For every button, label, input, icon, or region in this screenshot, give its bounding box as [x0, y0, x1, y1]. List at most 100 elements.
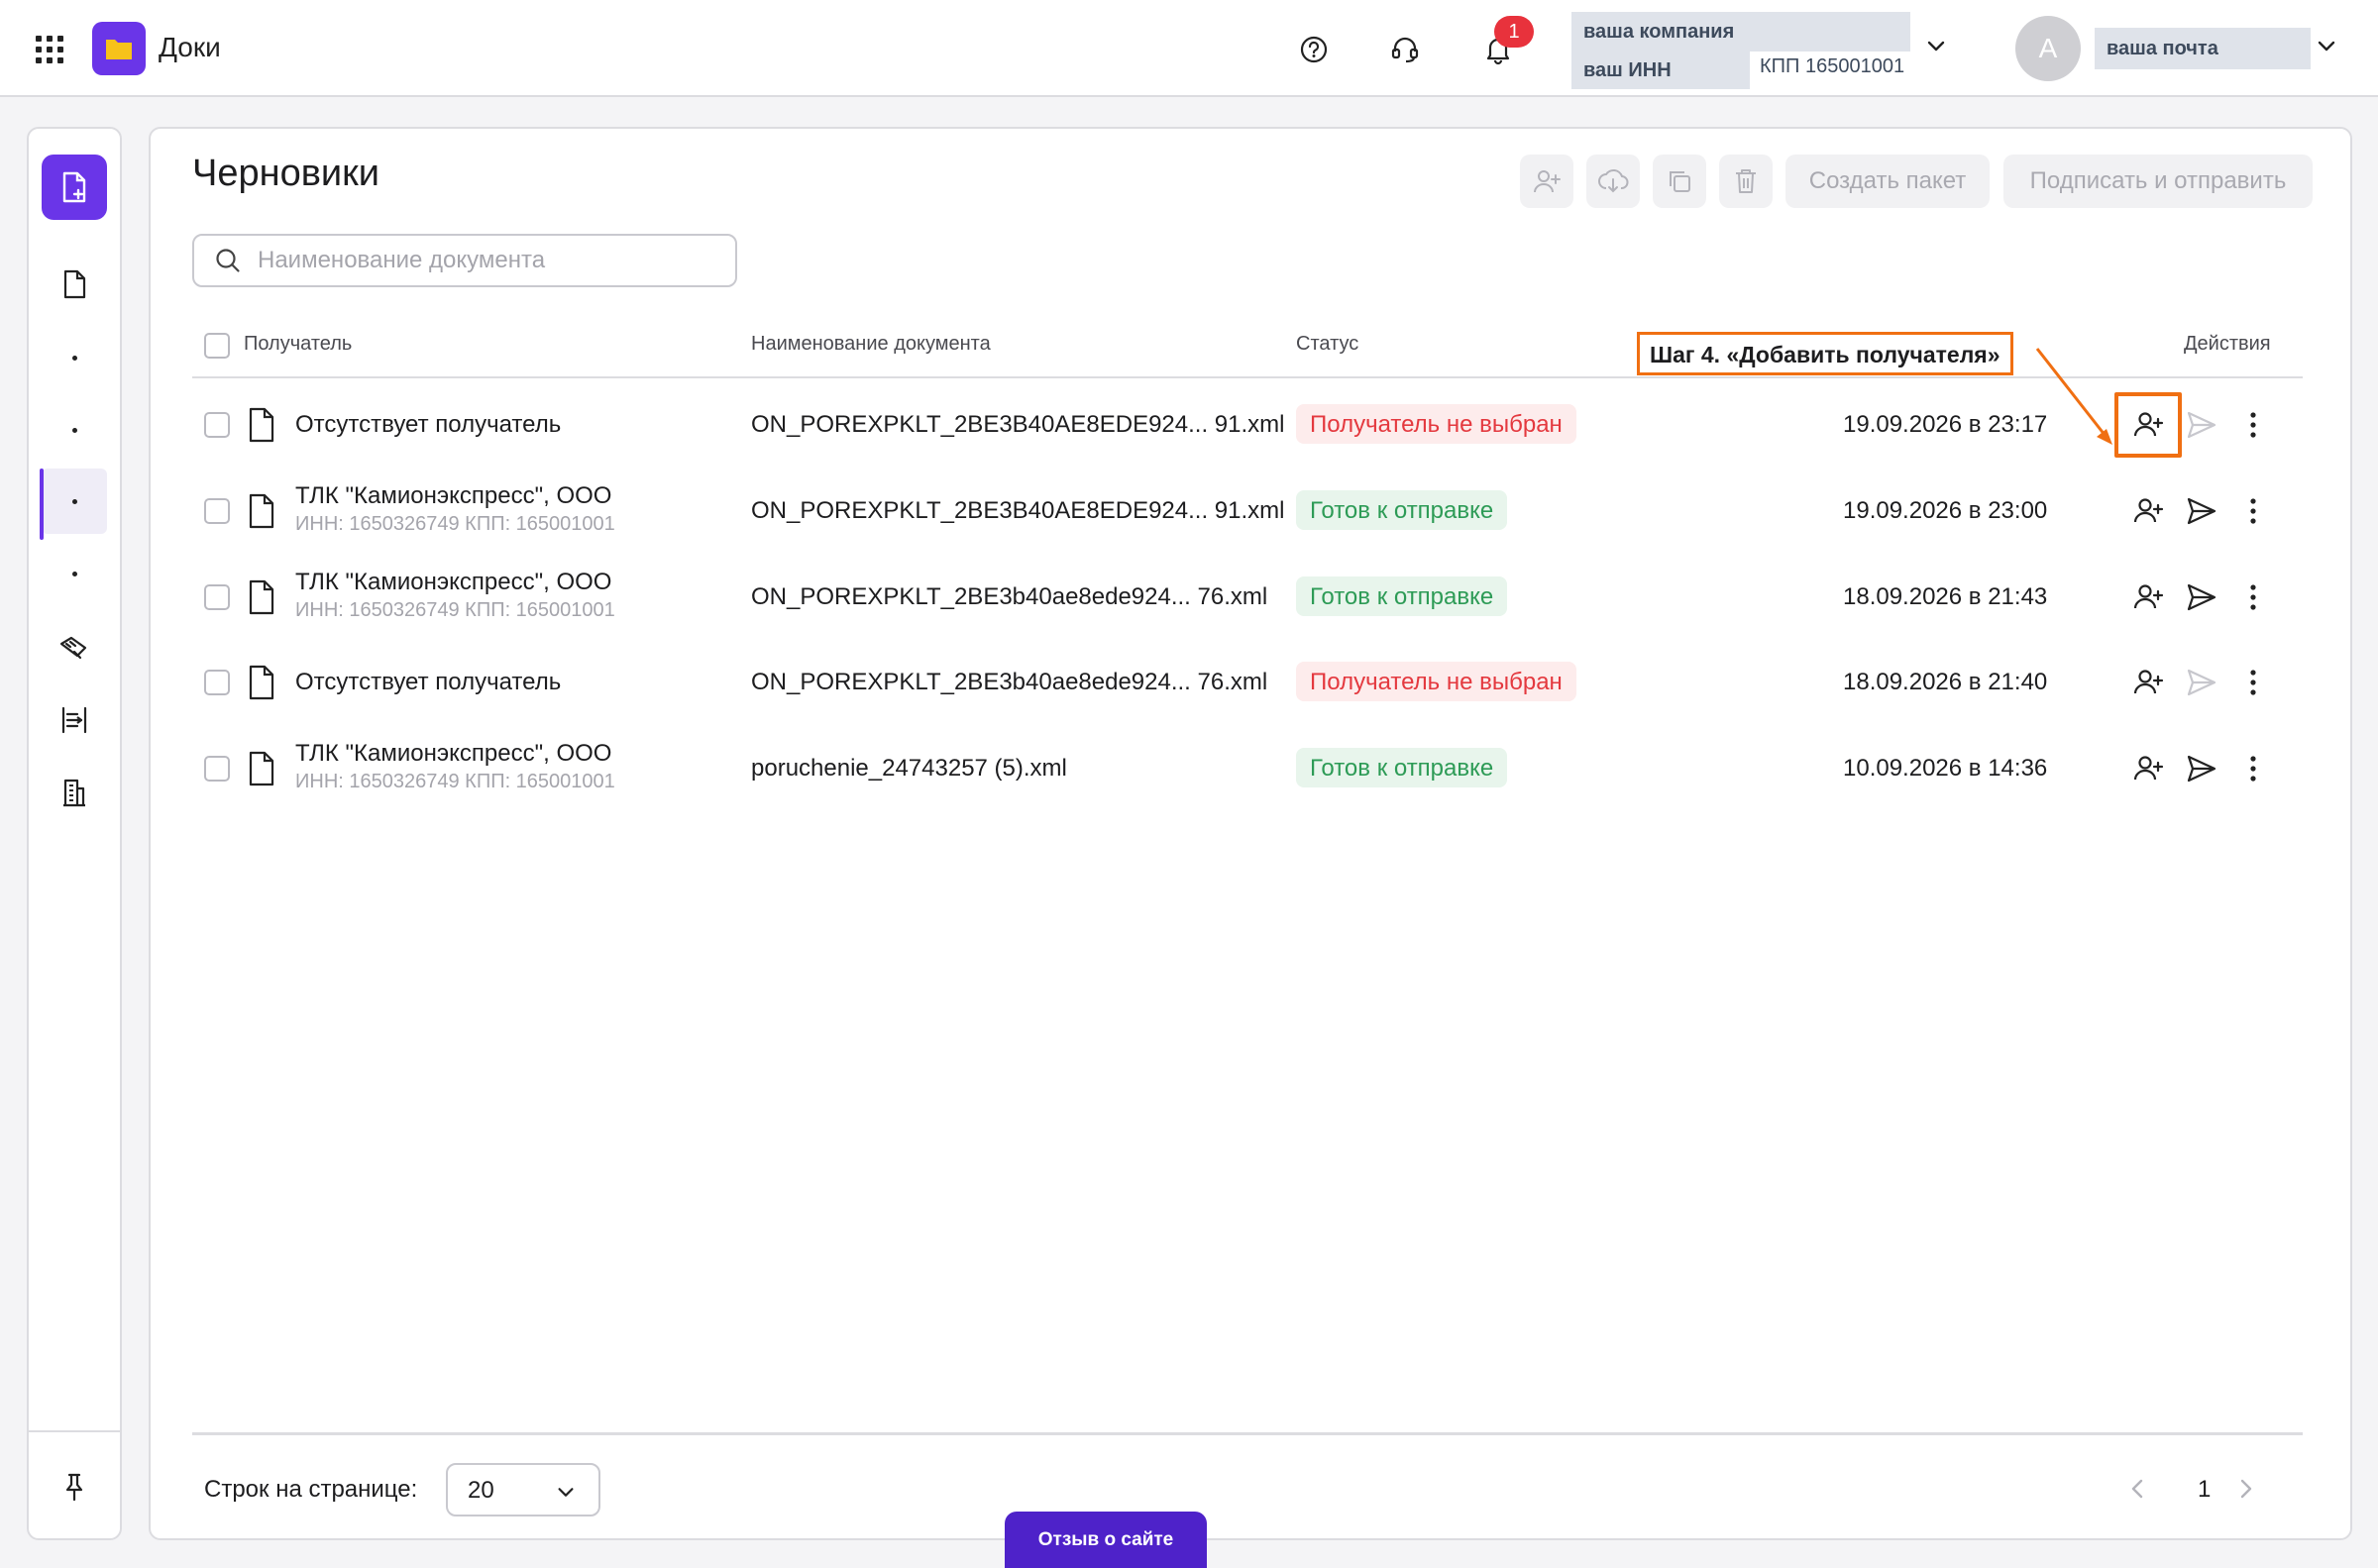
- drafts-panel: Черновики Создать пакет Подписать и отпр…: [149, 127, 2352, 1540]
- send-icon[interactable]: [2182, 491, 2221, 531]
- sign-and-send-button[interactable]: Подписать и отправить: [2003, 155, 2313, 208]
- app-title[interactable]: Доки: [159, 32, 221, 63]
- send-icon[interactable]: [2182, 749, 2221, 788]
- document-date: 18.09.2026 в 21:40: [1843, 669, 2048, 695]
- column-header-actions: Действия: [2184, 333, 2271, 355]
- status-badge: Готов к отправке: [1296, 490, 1508, 530]
- folder-icon[interactable]: [92, 22, 146, 75]
- company-name: ваша компания: [1571, 12, 1910, 52]
- avatar[interactable]: А: [2015, 16, 2081, 81]
- user-email[interactable]: ваша почта: [2095, 28, 2311, 69]
- select-all-checkbox[interactable]: [204, 333, 230, 359]
- more-vertical-icon[interactable]: [2233, 577, 2273, 617]
- more-vertical-icon[interactable]: [2233, 491, 2273, 531]
- tutorial-callout: Шаг 4. «Добавить получателя»: [1637, 332, 2013, 375]
- recipient-name: Отсутствует получатель: [295, 411, 562, 438]
- table-row[interactable]: Отсутствует получатель ON_POREXPKLT_2BE3…: [151, 640, 2350, 725]
- add-recipient-icon[interactable]: [2128, 663, 2168, 702]
- sidebar-item-signature[interactable]: [42, 614, 107, 679]
- row-checkbox[interactable]: [204, 412, 230, 438]
- document-date: 18.09.2026 в 21:43: [1843, 583, 2048, 610]
- column-header-status[interactable]: Статус: [1296, 333, 1358, 356]
- chevron-down-icon[interactable]: [2315, 34, 2338, 57]
- copy-toolbar-button[interactable]: [1653, 155, 1706, 208]
- sidebar-item-documents[interactable]: [42, 252, 107, 317]
- download-toolbar-button[interactable]: [1586, 155, 1640, 208]
- sidebar-item-organization[interactable]: [42, 760, 107, 825]
- chevron-left-icon[interactable]: [2126, 1474, 2150, 1504]
- send-icon[interactable]: [2182, 405, 2221, 445]
- add-recipient-icon[interactable]: [2128, 577, 2168, 617]
- company-inn: ваш ИНН: [1571, 52, 1750, 89]
- document-icon: [246, 406, 277, 444]
- status-badge: Получатель не выбран: [1296, 662, 1576, 701]
- page-title: Черновики: [192, 153, 379, 194]
- document-name[interactable]: poruchenie_24743257 (5).xml: [751, 755, 1067, 783]
- document-name[interactable]: ON_POREXPKLT_2BE3B40AE8EDE924... 91.xml: [751, 497, 1285, 525]
- recipient-details: ИНН: 1650326749 КПП: 165001001: [295, 513, 615, 535]
- document-name[interactable]: ON_POREXPKLT_2BE3b40ae8ede924... 76.xml: [751, 583, 1267, 611]
- company-kpp: КПП 165001001: [1760, 55, 1905, 77]
- more-vertical-icon[interactable]: [2233, 405, 2273, 445]
- feedback-button[interactable]: Отзыв о сайте: [1005, 1512, 1207, 1568]
- column-header-document[interactable]: Наименование документа: [751, 333, 991, 356]
- status-badge: Готов к отправке: [1296, 748, 1508, 787]
- search-box[interactable]: [192, 234, 737, 287]
- document-date: 19.09.2026 в 23:17: [1843, 411, 2048, 438]
- sidebar-item-drafts[interactable]: [40, 469, 107, 540]
- send-icon[interactable]: [2182, 663, 2221, 702]
- search-icon: [214, 247, 242, 274]
- sidebar-item-exchange[interactable]: [42, 687, 107, 753]
- add-recipient-toolbar-button[interactable]: [1520, 155, 1573, 208]
- document-name[interactable]: ON_POREXPKLT_2BE3B40AE8EDE924... 91.xml: [751, 411, 1285, 439]
- sidebar-item-outbox[interactable]: [42, 397, 107, 463]
- chevron-down-icon[interactable]: [1924, 34, 1948, 57]
- create-document-button[interactable]: [42, 155, 107, 220]
- document-icon: [246, 492, 277, 530]
- row-checkbox[interactable]: [204, 756, 230, 782]
- column-header-recipient[interactable]: Получатель: [244, 333, 352, 356]
- document-icon: [246, 750, 277, 787]
- row-checkbox[interactable]: [204, 498, 230, 524]
- more-vertical-icon[interactable]: [2233, 749, 2273, 788]
- help-icon[interactable]: [1294, 30, 1334, 69]
- recipient-name: Отсутствует получатель: [295, 669, 562, 695]
- add-recipient-icon[interactable]: [2128, 405, 2168, 445]
- create-package-button[interactable]: Создать пакет: [1785, 155, 1990, 208]
- rows-per-page-value: 20: [468, 1477, 494, 1504]
- chevron-down-icon: [555, 1481, 577, 1503]
- delete-toolbar-button[interactable]: [1719, 155, 1773, 208]
- sidebar-item-inbox[interactable]: [42, 325, 107, 390]
- apps-grid-icon[interactable]: [34, 34, 63, 63]
- rows-per-page-label: Строк на странице:: [204, 1476, 418, 1503]
- document-date: 19.09.2026 в 23:00: [1843, 497, 2048, 524]
- sidebar-item-archive[interactable]: [42, 541, 107, 606]
- table-row[interactable]: ТЛК "Камионэкспресс", ООО ИНН: 165032674…: [151, 555, 2350, 640]
- table-row[interactable]: ТЛК "Камионэкспресс", ООО ИНН: 165032674…: [151, 726, 2350, 811]
- document-icon: [246, 578, 277, 616]
- add-recipient-icon[interactable]: [2128, 491, 2168, 531]
- table-header-divider: [192, 376, 2303, 378]
- current-page-number[interactable]: 1: [2198, 1476, 2211, 1504]
- chevron-right-icon[interactable]: [2233, 1474, 2257, 1504]
- row-checkbox[interactable]: [204, 584, 230, 610]
- recipient-details: ИНН: 1650326749 КПП: 165001001: [295, 599, 615, 621]
- support-headset-icon[interactable]: [1385, 30, 1425, 69]
- pin-icon[interactable]: [42, 1454, 107, 1519]
- row-checkbox[interactable]: [204, 670, 230, 695]
- status-badge: Получатель не выбран: [1296, 404, 1576, 444]
- table-row[interactable]: Отсутствует получатель ON_POREXPKLT_2BE3…: [151, 382, 2350, 468]
- recipient-name: ТЛК "Камионэкспресс", ООО: [295, 569, 612, 595]
- add-recipient-icon[interactable]: [2128, 749, 2168, 788]
- rows-per-page-select[interactable]: 20: [446, 1463, 600, 1516]
- notification-badge: 1: [1494, 16, 1534, 48]
- more-vertical-icon[interactable]: [2233, 663, 2273, 702]
- search-input[interactable]: [258, 247, 723, 274]
- document-name[interactable]: ON_POREXPKLT_2BE3b40ae8ede924... 76.xml: [751, 669, 1267, 696]
- table-row[interactable]: ТЛК "Камионэкспресс", ООО ИНН: 165032674…: [151, 469, 2350, 554]
- document-icon: [246, 664, 277, 701]
- company-selector[interactable]: ваша компания ваш ИНН КПП 165001001: [1571, 12, 1910, 89]
- send-icon[interactable]: [2182, 577, 2221, 617]
- top-header: Доки 1 ваша компания ваш ИНН КПП 1650010…: [0, 0, 2378, 97]
- sidebar: [27, 127, 122, 1540]
